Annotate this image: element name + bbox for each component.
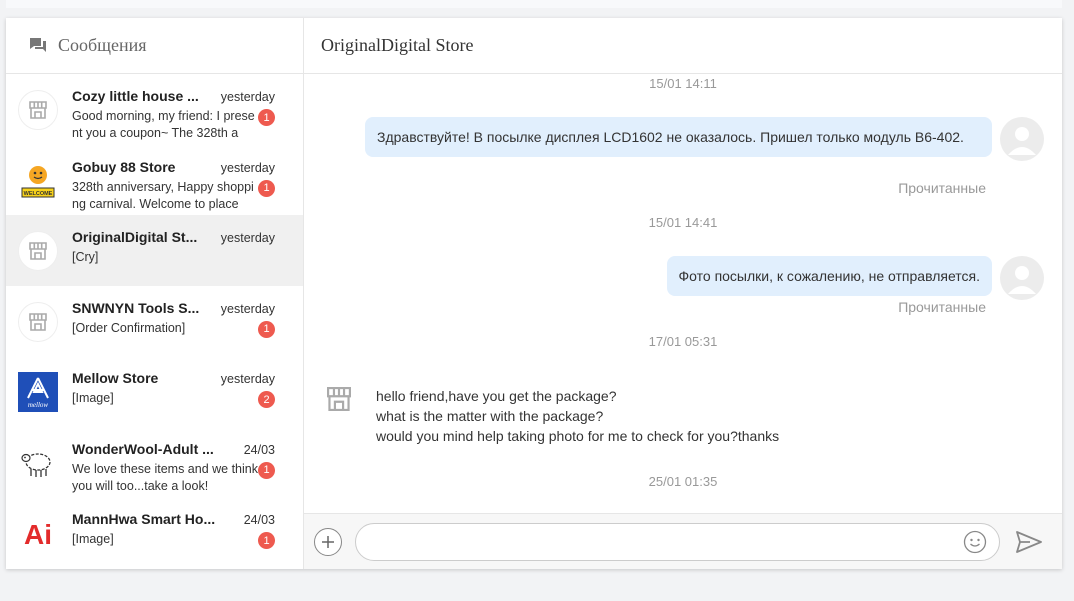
- conversation-time: yesterday: [220, 231, 275, 245]
- user-avatar: [1000, 256, 1044, 300]
- ai-logo: Ai: [18, 513, 58, 553]
- message-history[interactable]: 15/01 14:11 Здравствуйте! В посылке дисп…: [304, 74, 1062, 513]
- conversation-item-active[interactable]: OriginalDigital St... yesterday [Cry]: [6, 215, 303, 286]
- mellow-logo: mellow: [18, 372, 58, 412]
- incoming-message: hello friend,have you get the package? w…: [376, 386, 779, 446]
- conversation-name: MannHwa Smart Ho...: [72, 511, 216, 527]
- chat-bubbles-icon: [30, 37, 46, 52]
- conversation-name: OriginalDigital St...: [72, 229, 198, 245]
- user-avatar: [1000, 117, 1044, 161]
- store-icon: [18, 231, 58, 271]
- conversation-list: Cozy little house ... yesterday Good mor…: [6, 74, 303, 569]
- unread-badge: 1: [258, 320, 275, 338]
- message-input-wrapper: [355, 522, 1000, 561]
- conversation-name: Gobuy 88 Store: [72, 158, 176, 175]
- sheep-logo: [18, 443, 58, 483]
- conversation-time: 24/03: [243, 513, 275, 527]
- conversation-preview: [Order Confirmation]: [72, 320, 186, 335]
- conversation-time: yesterday: [220, 301, 275, 316]
- message-composer: [304, 513, 1062, 569]
- outgoing-message: Здравствуйте! В посылке дисплея LCD1602 …: [365, 117, 992, 157]
- conversation-item[interactable]: SNWNYN Tools S... yesterday [Order Confi…: [6, 286, 303, 357]
- conversation-preview: [Cry]: [72, 250, 99, 264]
- incoming-message-line: hello friend,have you get the package?: [376, 388, 617, 404]
- chat-title: OriginalDigital Store: [321, 35, 474, 55]
- chat-header: OriginalDigital Store: [304, 18, 1062, 74]
- conversation-preview: 328th anniversary, Happy shopping carniv…: [72, 179, 254, 211]
- incoming-message-line: would you mind help taking photo for me …: [376, 428, 780, 444]
- message-timestamp: 25/01 01:35: [648, 474, 718, 489]
- sidebar-header: Сообщения: [6, 18, 303, 74]
- unread-badge: 1: [258, 461, 275, 479]
- send-button[interactable]: [1016, 529, 1042, 555]
- welcome-logo: WELCOME: [18, 161, 58, 201]
- outgoing-message: Фото посылки, к сожалению, не отправляет…: [666, 256, 992, 296]
- read-status: Прочитанные: [898, 180, 986, 196]
- conversation-name: WonderWool-Adult ...: [72, 440, 214, 457]
- conversation-name: SNWNYN Tools S...: [72, 299, 200, 316]
- message-timestamp: 15/01 14:41: [648, 215, 718, 230]
- conversation-item[interactable]: mellow Mellow Store yesterday [Image] 2: [6, 356, 303, 427]
- welcome-logo-text: WELCOME: [24, 191, 53, 197]
- unread-badge: 1: [258, 179, 275, 197]
- conversation-time: 24/03: [243, 442, 275, 457]
- conversation-preview: [Image]: [72, 532, 114, 546]
- conversation-time: yesterday: [220, 160, 275, 175]
- store-icon: [18, 301, 58, 342]
- plus-icon: [322, 535, 334, 548]
- message-input[interactable]: [368, 533, 963, 550]
- unread-badge: 1: [258, 532, 275, 549]
- messenger-window: Сообщения Cozy little house ... yesterda…: [6, 18, 1062, 569]
- store-icon: [18, 90, 58, 130]
- top-bar: [6, 0, 1062, 8]
- emoji-icon[interactable]: [963, 530, 987, 554]
- conversation-item[interactable]: WonderWool-Adult ... 24/03 We love these…: [6, 427, 303, 498]
- message-timestamp: 17/01 05:31: [648, 334, 718, 349]
- ai-logo-text: Ai: [24, 519, 52, 548]
- unread-badge: 2: [258, 391, 275, 408]
- conversation-item[interactable]: WELCOME Gobuy 88 Store yesterday 328th a…: [6, 145, 303, 216]
- send-icon: [1016, 530, 1042, 553]
- conversation-preview: We love these items and we think you wil…: [72, 461, 258, 493]
- conversation-item[interactable]: Ai MannHwa Smart Ho... 24/03 [Image] 1: [6, 497, 303, 568]
- conversation-name: Cozy little house ...: [72, 88, 199, 104]
- conversation-preview: Good morning, my friend: I present you a…: [72, 109, 255, 140]
- chat-panel: OriginalDigital Store 15/01 14:11 Здравс…: [304, 18, 1062, 569]
- conversation-sidebar: Сообщения Cozy little house ... yesterda…: [6, 18, 304, 569]
- conversation-time: yesterday: [220, 372, 275, 386]
- conversation-name: Mellow Store: [72, 370, 159, 386]
- conversation-item[interactable]: Cozy little house ... yesterday Good mor…: [6, 74, 303, 145]
- mellow-logo-text: mellow: [28, 401, 49, 409]
- store-icon: [324, 384, 354, 414]
- conversation-preview: [Image]: [72, 391, 114, 405]
- conversation-time: yesterday: [220, 90, 275, 104]
- message-timestamp: 15/01 14:11: [649, 76, 717, 91]
- attach-button[interactable]: [314, 527, 342, 556]
- unread-badge: 1: [258, 109, 275, 126]
- incoming-message-line: what is the matter with the package?: [376, 408, 604, 424]
- read-status: Прочитанные: [898, 299, 986, 315]
- sidebar-title: Сообщения: [58, 35, 147, 55]
